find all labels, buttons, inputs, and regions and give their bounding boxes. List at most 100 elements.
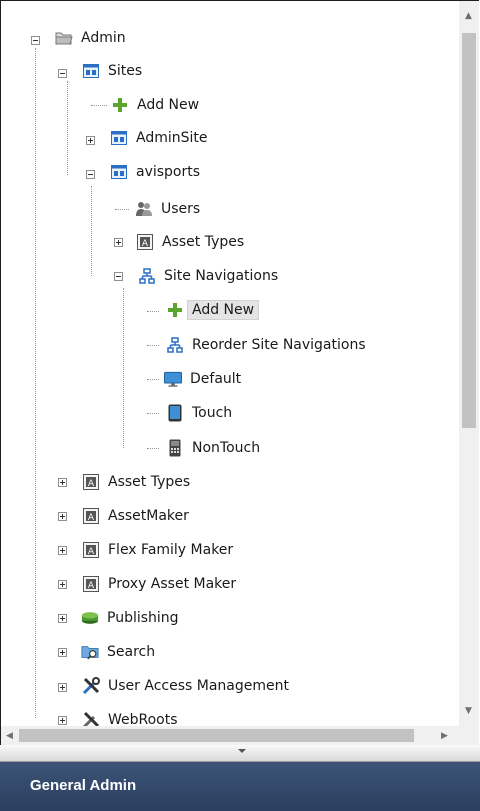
tree-node-admin[interactable]: Admin <box>55 26 126 50</box>
tree-node-touch[interactable]: Touch <box>166 401 232 425</box>
tree-node-nontouch[interactable]: NonTouch <box>166 436 260 460</box>
admin-tree: Admin Sites Add New AdminSite avisports … <box>1 1 459 726</box>
asset-type-icon: A <box>82 575 100 593</box>
horizontal-scrollbar[interactable]: ◀ ▶ <box>1 726 459 745</box>
expand-toggle-assetmaker[interactable] <box>58 512 67 521</box>
tree-node-label: User Access Management <box>108 678 289 694</box>
splitter-arrow-icon[interactable] <box>238 749 246 753</box>
tree-connector <box>123 288 124 448</box>
expand-toggle-proxy-asset-maker[interactable] <box>58 580 67 589</box>
tree-node-webroots[interactable]: WebRoots <box>82 708 178 726</box>
tree-node-label: WebRoots <box>108 712 178 726</box>
tree-node-avisports[interactable]: avisports <box>110 160 200 184</box>
monitor-icon <box>164 370 182 388</box>
webroots-icon <box>82 711 100 726</box>
tree-node-label: Sites <box>108 63 143 79</box>
tree-node-sites[interactable]: Sites <box>82 59 142 83</box>
tree-node-search[interactable]: Search <box>81 640 155 664</box>
svg-text:A: A <box>88 513 95 523</box>
scroll-up-arrow-icon[interactable]: ▲ <box>465 11 472 21</box>
svg-text:A: A <box>142 239 149 249</box>
scrollbar-corner <box>459 726 479 745</box>
vertical-scroll-thumb[interactable] <box>462 33 476 428</box>
tree-node-label: Asset Types <box>162 234 245 250</box>
asset-type-icon: A <box>82 473 100 491</box>
general-admin-header[interactable]: General Admin <box>0 762 480 811</box>
publishing-icon <box>81 609 99 627</box>
add-plus-icon <box>166 301 184 319</box>
tree-node-adminsite[interactable]: AdminSite <box>110 126 208 150</box>
tree-connector <box>67 81 68 175</box>
svg-text:A: A <box>88 581 95 591</box>
tree-connector <box>35 48 36 718</box>
tree-node-label: Site Navigations <box>164 268 279 284</box>
expand-toggle-adminsite[interactable] <box>86 136 95 145</box>
tree-node-default[interactable]: Default <box>164 367 241 391</box>
panel-splitter[interactable] <box>0 745 480 762</box>
tree-node-label: AdminSite <box>136 130 208 146</box>
tree-node-label: avisports <box>136 164 201 180</box>
tree-connector <box>147 379 159 380</box>
users-icon <box>135 200 153 218</box>
tree-node-asset-types[interactable]: A Asset Types <box>82 470 190 494</box>
tree-node-nav-add-new[interactable]: Add New <box>166 298 260 322</box>
tree-node-site-navigations[interactable]: Site Navigations <box>138 264 278 288</box>
site-icon <box>82 62 100 80</box>
expand-toggle-webroots[interactable] <box>58 716 67 725</box>
search-folder-icon <box>81 643 99 661</box>
tree-connector <box>147 448 159 449</box>
expand-toggle-publishing[interactable] <box>58 614 67 623</box>
asset-type-icon: A <box>136 233 154 251</box>
tree-node-assetmaker[interactable]: A AssetMaker <box>82 504 189 528</box>
collapse-toggle-admin[interactable] <box>31 36 40 45</box>
site-icon <box>110 129 128 147</box>
scroll-left-arrow-icon[interactable]: ◀ <box>6 731 13 741</box>
tree-node-label: Flex Family Maker <box>108 542 234 558</box>
scroll-down-arrow-icon[interactable]: ▼ <box>465 706 472 716</box>
vertical-scrollbar[interactable]: ▲ ▼ <box>459 1 479 726</box>
collapse-toggle-avisports[interactable] <box>86 170 95 179</box>
tree-node-label: Reorder Site Navigations <box>192 337 366 353</box>
tree-node-label: Users <box>161 201 201 217</box>
tree-node-label: Add New <box>187 300 260 320</box>
sitemap-icon <box>138 267 156 285</box>
tree-node-label: NonTouch <box>192 440 261 456</box>
tree-node-flex-family-maker[interactable]: A Flex Family Maker <box>82 538 233 562</box>
asset-type-icon: A <box>82 507 100 525</box>
tree-node-proxy-asset-maker[interactable]: A Proxy Asset Maker <box>82 572 236 596</box>
tree-node-publishing[interactable]: Publishing <box>81 606 179 630</box>
expand-toggle-asset-types[interactable] <box>58 478 67 487</box>
tablet-icon <box>166 404 184 422</box>
tree-node-avisports-asset-types[interactable]: A Asset Types <box>136 230 244 254</box>
expand-toggle-flex-family-maker[interactable] <box>58 546 67 555</box>
tree-node-label: Proxy Asset Maker <box>108 576 237 592</box>
expand-toggle-user-access[interactable] <box>58 683 67 692</box>
tree-connector <box>147 413 159 414</box>
scroll-right-arrow-icon[interactable]: ▶ <box>441 731 448 741</box>
expand-toggle-avisports-asset-types[interactable] <box>114 238 123 247</box>
collapse-toggle-sites[interactable] <box>58 69 67 78</box>
tree-node-user-access-management[interactable]: User Access Management <box>82 674 289 698</box>
expand-toggle-search[interactable] <box>58 648 67 657</box>
tree-node-reorder-site-navigations[interactable]: Reorder Site Navigations <box>166 333 366 357</box>
svg-text:A: A <box>88 547 95 557</box>
phone-keypad-icon <box>166 439 184 457</box>
tools-icon <box>82 677 100 695</box>
tree-node-label: Search <box>107 644 156 660</box>
tree-connector <box>91 186 92 276</box>
tree-node-users[interactable]: Users <box>135 197 200 221</box>
asset-type-icon: A <box>82 541 100 559</box>
collapse-toggle-site-navigations[interactable] <box>114 272 123 281</box>
horizontal-scroll-thumb[interactable] <box>19 729 414 742</box>
tree-connector <box>91 105 107 106</box>
tree-node-label: Publishing <box>107 610 179 626</box>
svg-text:A: A <box>88 479 95 489</box>
header-title: General Admin <box>30 777 137 794</box>
tree-node-label: Admin <box>81 30 126 46</box>
tree-node-label: Add New <box>137 97 200 113</box>
tree-node-label: AssetMaker <box>108 508 189 524</box>
folder-icon <box>55 29 73 47</box>
tree-panel: Admin Sites Add New AdminSite avisports … <box>0 0 479 746</box>
tree-node-sites-add-new[interactable]: Add New <box>111 93 199 117</box>
tree-connector <box>147 345 159 346</box>
